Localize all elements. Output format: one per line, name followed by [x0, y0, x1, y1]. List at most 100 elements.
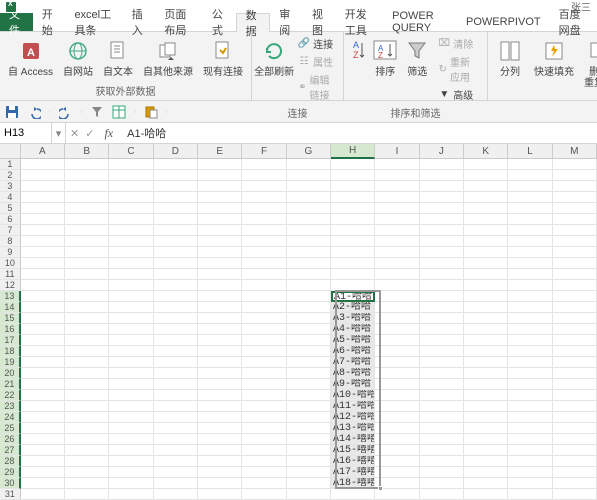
cell[interactable]: [109, 445, 153, 456]
cell[interactable]: A15-嘻嘻: [331, 445, 375, 456]
cell[interactable]: [464, 357, 508, 368]
cell[interactable]: [287, 269, 331, 280]
cell[interactable]: [65, 291, 109, 302]
cell[interactable]: [420, 445, 464, 456]
cell[interactable]: [287, 467, 331, 478]
cell[interactable]: [331, 170, 375, 181]
tab-POWERPIVOT[interactable]: POWERPIVOT: [457, 13, 550, 31]
cell[interactable]: [287, 313, 331, 324]
cell[interactable]: [198, 181, 242, 192]
cell[interactable]: [109, 357, 153, 368]
from-other-button[interactable]: 自其他来源: [140, 35, 196, 80]
cell[interactable]: [242, 181, 286, 192]
cell[interactable]: [375, 214, 419, 225]
cell[interactable]: [553, 236, 597, 247]
cell[interactable]: [420, 192, 464, 203]
cell[interactable]: [65, 280, 109, 291]
sort-az-button[interactable]: AZ: [349, 35, 367, 67]
cell[interactable]: [464, 280, 508, 291]
cell[interactable]: [420, 324, 464, 335]
cell[interactable]: [21, 236, 65, 247]
cell[interactable]: [553, 368, 597, 379]
cell[interactable]: [21, 247, 65, 258]
cell[interactable]: [553, 181, 597, 192]
cell[interactable]: [242, 401, 286, 412]
cell[interactable]: [464, 346, 508, 357]
cell[interactable]: [65, 203, 109, 214]
cell[interactable]: [464, 203, 508, 214]
cell[interactable]: [553, 225, 597, 236]
cell[interactable]: [287, 302, 331, 313]
column-header-B[interactable]: B: [65, 144, 109, 159]
cell[interactable]: [420, 489, 464, 500]
cell[interactable]: [508, 456, 552, 467]
cell[interactable]: [65, 456, 109, 467]
cell[interactable]: [287, 280, 331, 291]
cell[interactable]: [154, 214, 198, 225]
accept-formula-button[interactable]: ✓: [85, 127, 94, 140]
cell[interactable]: [109, 379, 153, 390]
cell[interactable]: A13-哈哈: [331, 423, 375, 434]
name-box-dropdown[interactable]: ▾: [52, 123, 66, 143]
cell[interactable]: [154, 192, 198, 203]
cell[interactable]: [508, 368, 552, 379]
cell[interactable]: [553, 302, 597, 313]
cell[interactable]: [287, 390, 331, 401]
row-header[interactable]: 25: [0, 423, 21, 434]
cell[interactable]: [65, 423, 109, 434]
cell[interactable]: [242, 269, 286, 280]
cell[interactable]: [154, 401, 198, 412]
cell[interactable]: [508, 302, 552, 313]
cell[interactable]: [21, 181, 65, 192]
flash-fill-button[interactable]: 快速填充: [531, 35, 577, 80]
cell[interactable]: [331, 247, 375, 258]
cell[interactable]: [420, 258, 464, 269]
cell[interactable]: [154, 412, 198, 423]
cell[interactable]: [65, 247, 109, 258]
cell[interactable]: [553, 357, 597, 368]
row-header[interactable]: 21: [0, 379, 21, 390]
cell[interactable]: [287, 203, 331, 214]
cell[interactable]: [198, 192, 242, 203]
clear-filter-button[interactable]: ⌧清除: [435, 35, 482, 52]
cell[interactable]: [420, 467, 464, 478]
cell[interactable]: [21, 258, 65, 269]
cell[interactable]: [109, 467, 153, 478]
cell[interactable]: [287, 368, 331, 379]
cell[interactable]: [154, 280, 198, 291]
cell[interactable]: [420, 335, 464, 346]
cell[interactable]: [154, 357, 198, 368]
cell[interactable]: [464, 412, 508, 423]
cell[interactable]: [420, 181, 464, 192]
cell[interactable]: [65, 258, 109, 269]
cell[interactable]: [21, 379, 65, 390]
cell[interactable]: [242, 456, 286, 467]
cell[interactable]: [553, 269, 597, 280]
cell[interactable]: [65, 236, 109, 247]
cell[interactable]: [109, 401, 153, 412]
sort-button[interactable]: AZ 排序: [371, 35, 399, 80]
column-header-K[interactable]: K: [464, 144, 508, 159]
cell[interactable]: [420, 401, 464, 412]
cell[interactable]: [420, 280, 464, 291]
cell[interactable]: [464, 390, 508, 401]
cell[interactable]: [109, 291, 153, 302]
undo-button[interactable]: [26, 104, 42, 120]
cell[interactable]: [464, 467, 508, 478]
cell[interactable]: [420, 412, 464, 423]
tab-excel工具条[interactable]: excel工具条: [65, 13, 122, 31]
cell[interactable]: [287, 434, 331, 445]
cell[interactable]: [464, 434, 508, 445]
filter-button[interactable]: 筛选: [403, 35, 431, 80]
cell[interactable]: [198, 401, 242, 412]
existing-connections-button[interactable]: 现有连接: [200, 35, 246, 80]
cell[interactable]: [553, 401, 597, 412]
cell[interactable]: [331, 192, 375, 203]
cell[interactable]: [109, 159, 153, 170]
cell[interactable]: [109, 412, 153, 423]
cell[interactable]: [464, 489, 508, 500]
table-qat-button[interactable]: [111, 104, 127, 120]
cell[interactable]: [21, 467, 65, 478]
cell[interactable]: [553, 170, 597, 181]
cell[interactable]: [21, 445, 65, 456]
